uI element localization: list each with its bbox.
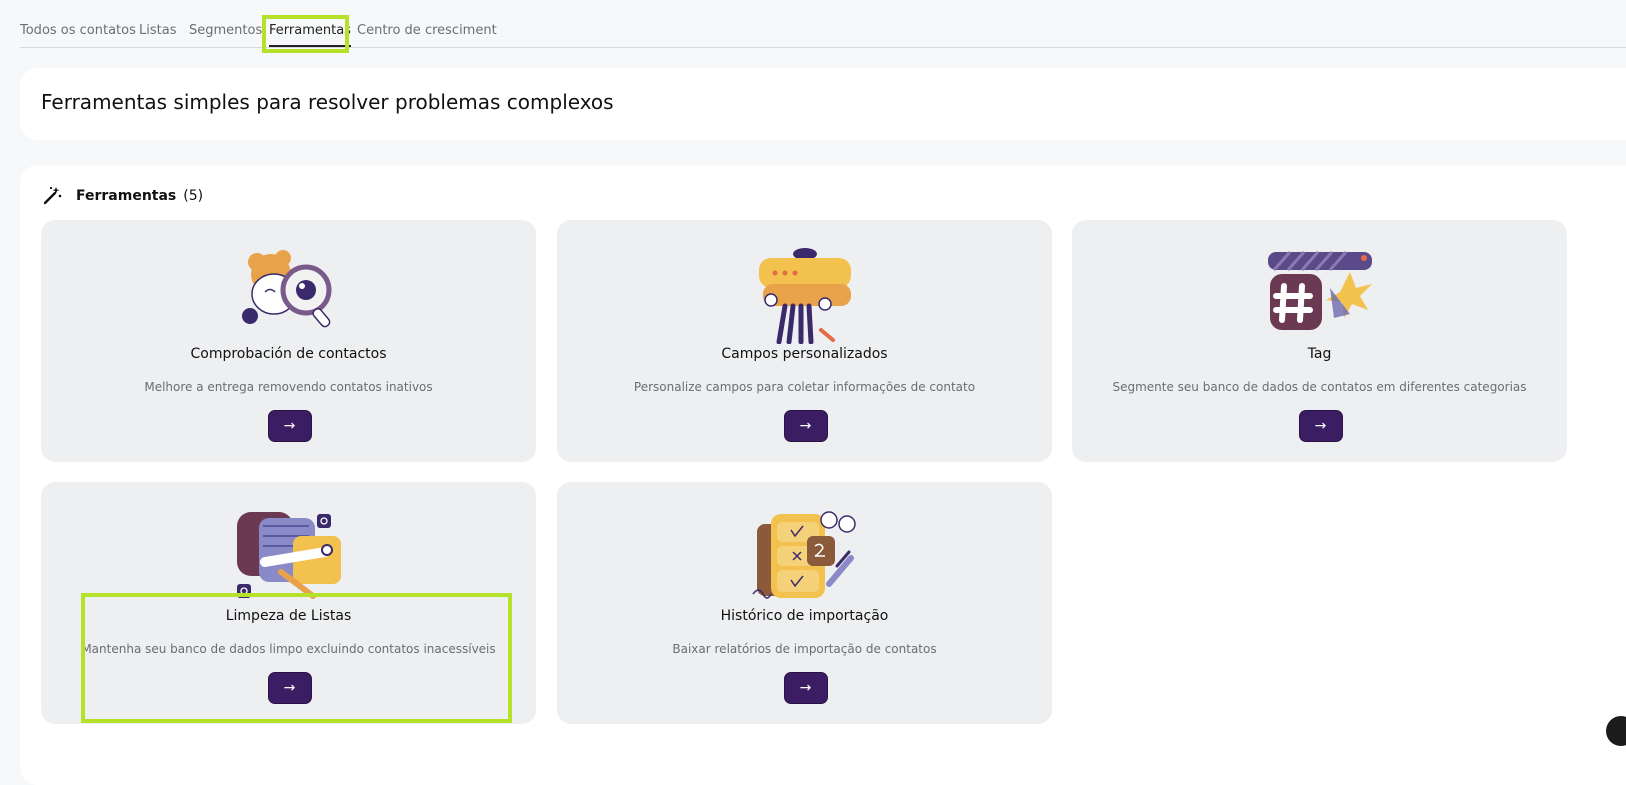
open-contact-check-button[interactable]: → [267,410,312,442]
card-title: Campos personalizados [721,346,888,362]
card-title: Histórico de importação [720,608,889,624]
tab-lists[interactable]: Listas [139,23,176,38]
open-list-cleaning-button[interactable]: → [267,672,312,704]
calculator-report-illustration-icon [751,511,856,599]
card-title: Comprobación de contactos [190,346,387,362]
tool-card-tag: Tag Segmente seu banco de dados de conta… [1072,220,1567,462]
page-title: Ferramentas simples para resolver proble… [41,90,614,114]
magic-wand-icon [43,186,62,205]
tools-panel: Ferramentas (5) Comprobación de contacto… [20,165,1626,785]
tool-card-list-cleaning: Limpeza de Listas Mantenha seu banco de … [41,482,536,724]
magnifier-eye-illustration-icon [241,250,331,328]
card-title: Tag [1307,346,1332,362]
tools-panel-header: Ferramentas (5) [42,185,203,207]
card-description: Baixar relatórios de importação de conta… [672,642,937,656]
open-custom-fields-button[interactable]: → [783,410,828,442]
person-holding-fields-illustration-icon [758,248,851,344]
tab-growth-center[interactable]: Centro de cresciment [357,23,497,38]
tools-count: (5) [183,188,204,204]
card-description: Mantenha seu banco de dados limpo exclui… [81,642,496,656]
tool-card-import-history: Histórico de importação Baixar relatório… [557,482,1052,724]
tool-card-custom-fields: Campos personalizados Personalize campos… [557,220,1052,462]
card-description: Melhore a entrega removendo contatos ina… [144,380,433,394]
card-description: Personalize campos para coletar informaç… [633,380,976,394]
tools-panel-title: Ferramentas [76,188,177,204]
tool-card-contact-check: Comprobación de contactos Melhore a entr… [41,220,536,462]
open-tag-button[interactable]: → [1298,410,1343,442]
tab-segments[interactable]: Segmentos [189,23,262,38]
hero-banner: Ferramentas simples para resolver proble… [20,68,1626,140]
tab-tools[interactable]: Ferramentas [269,23,351,47]
hashtag-illustration-icon [1267,251,1372,330]
card-title: Limpeza de Listas [225,608,352,624]
tab-bar: Todos os contatos Listas Segmentos Ferra… [20,0,1626,48]
card-description: Segmente seu banco de dados de contatos … [1112,380,1527,394]
list-cleaning-illustration-icon [236,512,341,599]
tab-all-contacts[interactable]: Todos os contatos [20,23,136,38]
open-import-history-button[interactable]: → [783,672,828,704]
